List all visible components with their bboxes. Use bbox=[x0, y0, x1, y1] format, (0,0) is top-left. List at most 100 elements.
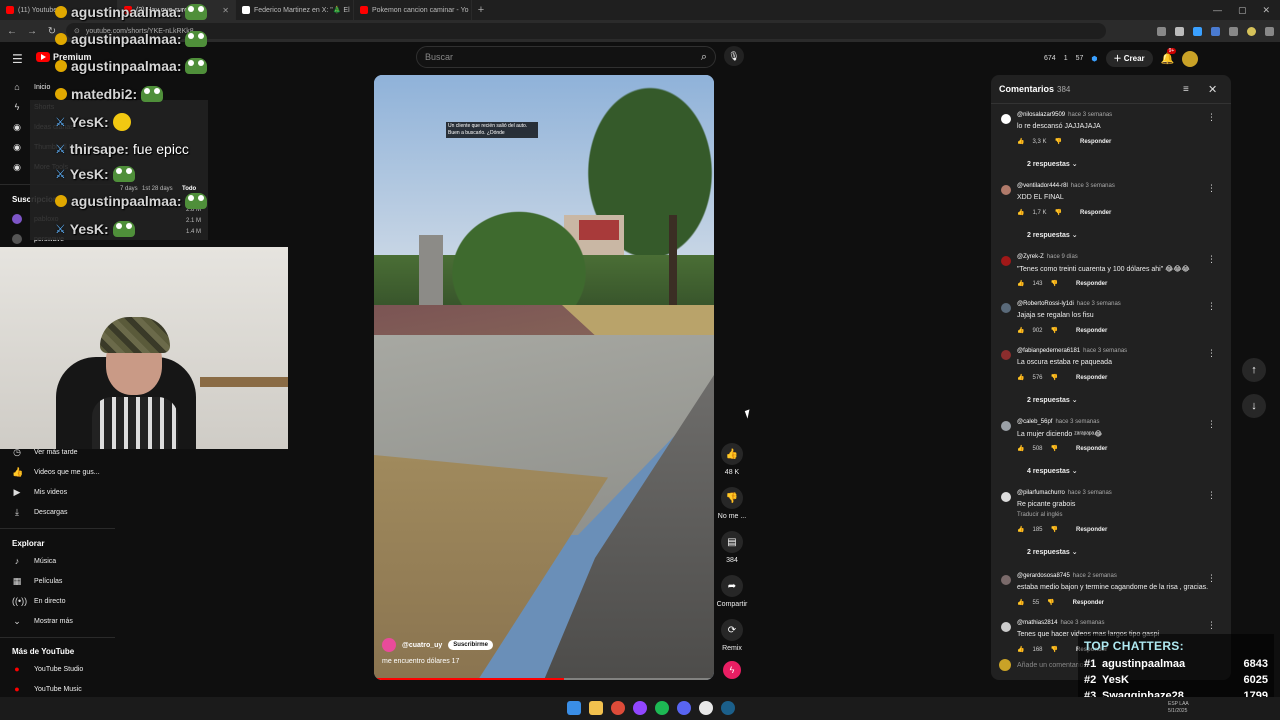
sidebar-item[interactable]: ● YouTube Music bbox=[12, 682, 81, 696]
sort-icon[interactable]: ≡ bbox=[1183, 84, 1189, 95]
avatar[interactable] bbox=[1001, 421, 1011, 431]
progress-bar[interactable] bbox=[374, 678, 714, 680]
dislike-icon[interactable]: 👎 bbox=[1051, 526, 1058, 533]
avatar[interactable] bbox=[1001, 185, 1011, 195]
sidebar-item[interactable]: ♪ Música bbox=[12, 554, 56, 568]
steam-icon[interactable] bbox=[721, 701, 735, 715]
reply-button[interactable]: Responder bbox=[1080, 210, 1111, 216]
close-window-icon[interactable]: ✕ bbox=[1262, 5, 1270, 16]
kebab-menu-icon[interactable]: ⋮ bbox=[1207, 490, 1216, 501]
dislike-icon[interactable]: 👎 bbox=[1051, 327, 1058, 334]
language-indicator[interactable]: ESP LAA bbox=[1168, 701, 1189, 708]
like-icon[interactable]: 👍 bbox=[1017, 374, 1024, 381]
avatar[interactable] bbox=[1001, 350, 1011, 360]
kebab-menu-icon[interactable]: ⋮ bbox=[1207, 348, 1216, 359]
analytics-tab[interactable]: Todo bbox=[182, 186, 196, 192]
kebab-menu-icon[interactable] bbox=[1265, 26, 1274, 36]
windows-start-icon[interactable] bbox=[567, 701, 581, 715]
kebab-menu-icon[interactable]: ⋮ bbox=[1207, 573, 1216, 584]
comment-author[interactable]: @gerardososa8745 bbox=[1017, 573, 1070, 579]
avatar[interactable] bbox=[1001, 622, 1011, 632]
like-icon[interactable]: 👍 bbox=[1017, 526, 1024, 533]
bookmark-star-icon[interactable] bbox=[1175, 26, 1184, 36]
comment-author[interactable]: @nilosalazar9509 bbox=[1017, 112, 1065, 118]
translate-link[interactable]: Traducir al inglés bbox=[1017, 512, 1062, 518]
shorts-remix-icon[interactable]: ϟ bbox=[723, 661, 741, 679]
kebab-menu-icon[interactable]: ⋮ bbox=[1207, 419, 1216, 430]
view-replies-button[interactable]: 2 respuestas ⌄ bbox=[1027, 396, 1078, 404]
like-icon[interactable]: 👍 bbox=[1017, 138, 1024, 145]
action-dislike-button[interactable]: 👎 No me ... bbox=[716, 487, 748, 520]
new-tab-icon[interactable]: + bbox=[472, 4, 490, 16]
youtube-logo[interactable]: Premium bbox=[36, 52, 92, 62]
search-icon[interactable]: ⌕ bbox=[701, 51, 707, 64]
close-icon[interactable]: ✕ bbox=[1208, 83, 1217, 96]
like-icon[interactable]: 👍 bbox=[1017, 327, 1024, 334]
dislike-icon[interactable]: 👎 bbox=[1051, 280, 1058, 287]
kebab-menu-icon[interactable]: ⋮ bbox=[1207, 254, 1216, 265]
view-replies-button[interactable]: 2 respuestas ⌄ bbox=[1027, 548, 1078, 556]
browser-tab[interactable]: Federico Martinez en X: "🎄 El✕ bbox=[236, 0, 354, 20]
subscribe-button[interactable]: Suscribirme bbox=[448, 640, 493, 650]
comment-author[interactable]: @pilarfumachurro bbox=[1017, 490, 1065, 496]
browser-tab[interactable]: (2) Hay que surcar... ✕ bbox=[118, 0, 236, 20]
maximize-icon[interactable]: ▢ bbox=[1238, 5, 1247, 16]
view-replies-button[interactable]: 4 respuestas ⌄ bbox=[1027, 467, 1078, 475]
reply-button[interactable]: Responder bbox=[1076, 375, 1107, 381]
browser-tab[interactable]: Pokemon cancion caminar - Yo✕ bbox=[354, 0, 472, 20]
browser-tab[interactable]: (11) Youtube ✕ bbox=[0, 0, 118, 20]
back-icon[interactable]: ← bbox=[6, 26, 18, 37]
short-title[interactable]: me encuentro dólares 17 bbox=[382, 658, 459, 665]
like-icon[interactable]: 👍 bbox=[1017, 646, 1024, 653]
reply-button[interactable]: Responder bbox=[1080, 139, 1111, 145]
extension-icon[interactable] bbox=[1211, 26, 1220, 36]
analytics-tab[interactable]: 7 days bbox=[120, 186, 138, 192]
notifications-bell-icon[interactable]: 🔔 9+ bbox=[1161, 48, 1177, 65]
sidebar-item[interactable]: ⌄ Mostrar más bbox=[12, 614, 73, 628]
kebab-menu-icon[interactable]: ⋮ bbox=[1207, 183, 1216, 194]
kebab-menu-icon[interactable]: ⋮ bbox=[1207, 112, 1216, 123]
hamburger-menu-icon[interactable]: ☰ bbox=[12, 52, 23, 66]
site-info-icon[interactable]: ⊙ bbox=[74, 27, 80, 35]
address-bar[interactable]: ⊙ youtube.com/shorts/YKE-nLkRKk8 bbox=[66, 23, 1106, 39]
dislike-icon[interactable]: 👎 bbox=[1055, 138, 1062, 145]
sidebar-item[interactable]: ((•)) En directo bbox=[12, 594, 66, 608]
clock-date[interactable]: 5/1/2025 bbox=[1168, 708, 1189, 715]
like-icon[interactable]: 👍 bbox=[1017, 280, 1024, 287]
sidebar-item[interactable]: ▦ Películas bbox=[12, 574, 63, 588]
microphone-icon[interactable]: 🎙 bbox=[724, 46, 744, 66]
reply-button[interactable]: Responder bbox=[1076, 328, 1107, 334]
dislike-icon[interactable]: 👎 bbox=[1055, 209, 1062, 216]
reply-button[interactable]: Responder bbox=[1076, 446, 1107, 452]
reply-button[interactable]: Responder bbox=[1073, 600, 1104, 606]
sidebar-item[interactable]: ● YouTube Studio bbox=[12, 662, 83, 676]
extension-icon[interactable]: ⬢ bbox=[1091, 55, 1097, 63]
avatar[interactable] bbox=[1001, 492, 1011, 502]
dislike-icon[interactable]: 👎 bbox=[1047, 599, 1054, 606]
minimize-icon[interactable]: — bbox=[1213, 5, 1222, 16]
sidebar-item[interactable]: ⤓ Descargas bbox=[12, 505, 67, 519]
dislike-icon[interactable]: 👎 bbox=[1051, 374, 1058, 381]
kebab-menu-icon[interactable]: ⋮ bbox=[1207, 620, 1216, 631]
comment-author[interactable]: @ventilador444-r8l bbox=[1017, 183, 1068, 189]
shorts-video-player[interactable]: Un cliente que recién salió del auto. Bu… bbox=[374, 75, 714, 680]
twitch-icon[interactable] bbox=[633, 701, 647, 715]
obs-icon[interactable] bbox=[699, 701, 713, 715]
reload-icon[interactable]: ↻ bbox=[46, 26, 58, 37]
view-replies-button[interactable]: 2 respuestas ⌄ bbox=[1027, 231, 1078, 239]
avatar[interactable] bbox=[1001, 575, 1011, 585]
comment-author[interactable]: @mathias2814 bbox=[1017, 620, 1057, 626]
comment-author[interactable]: @Zyrek-Z bbox=[1017, 254, 1044, 260]
avatar[interactable] bbox=[1001, 114, 1011, 124]
channel-avatar[interactable] bbox=[382, 638, 396, 652]
previous-short-button[interactable]: ↑ bbox=[1242, 358, 1266, 382]
kebab-menu-icon[interactable]: ⋮ bbox=[1207, 301, 1216, 312]
sidebar-item[interactable]: ▶ Mis videos bbox=[12, 485, 68, 499]
next-short-button[interactable]: ↓ bbox=[1242, 394, 1266, 418]
dislike-icon[interactable]: 👎 bbox=[1051, 646, 1058, 653]
comment-author[interactable]: @caleb_56pf bbox=[1017, 419, 1052, 425]
puzzle-icon[interactable] bbox=[1229, 26, 1238, 36]
avatar[interactable] bbox=[1182, 50, 1199, 67]
sidebar-item[interactable]: 👍 Videos que me gus... bbox=[12, 465, 100, 479]
action-like-button[interactable]: 👍 48 K bbox=[716, 443, 748, 476]
